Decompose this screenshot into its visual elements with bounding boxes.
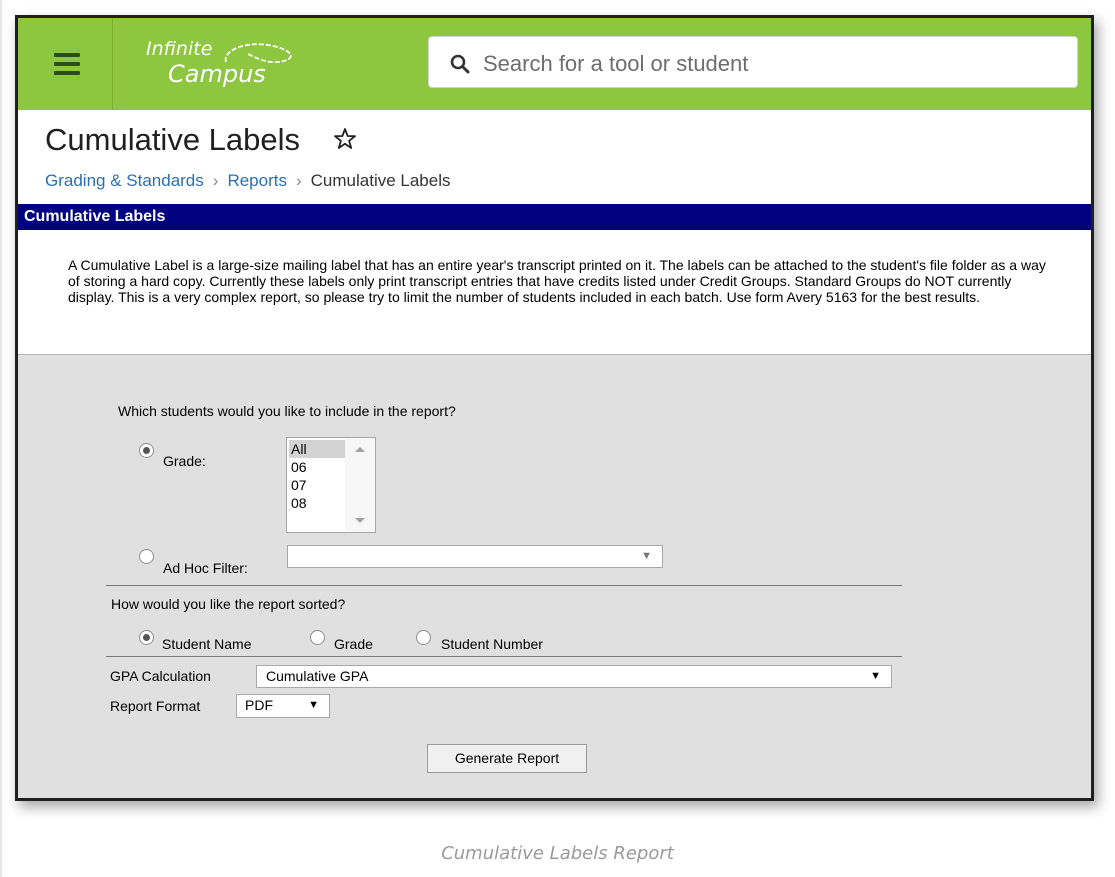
sort-question: How would you like the report sorted? xyxy=(111,596,346,612)
report-form-panel xyxy=(18,355,1091,798)
menu-icon-bar xyxy=(54,62,80,66)
sort-student-number-label: Student Number xyxy=(441,636,543,652)
adhoc-filter-radio[interactable] xyxy=(139,549,154,564)
sort-student-number-radio[interactable] xyxy=(416,630,431,645)
adhoc-filter-select[interactable]: ▼ xyxy=(287,545,663,568)
favorite-star-icon[interactable] xyxy=(333,127,357,151)
sort-student-name-label: Student Name xyxy=(162,636,252,652)
app-window: Infinite Campus Search for a tool or stu… xyxy=(15,15,1094,801)
dropdown-arrow-icon: ▼ xyxy=(641,550,652,562)
grade-listbox[interactable]: All 06 07 08 xyxy=(286,437,376,533)
report-format-select[interactable]: PDF ▼ xyxy=(236,694,330,718)
dropdown-arrow-icon: ▼ xyxy=(870,670,881,682)
page-title: Cumulative Labels xyxy=(45,122,301,157)
infinite-campus-logo[interactable]: Infinite Campus xyxy=(146,38,326,94)
search-placeholder: Search for a tool or student xyxy=(483,51,749,76)
sort-grade-label: Grade xyxy=(334,636,373,652)
search-input[interactable]: Search for a tool or student xyxy=(428,36,1078,88)
adhoc-filter-label: Ad Hoc Filter: xyxy=(163,560,248,576)
menu-icon xyxy=(54,53,80,57)
breadcrumb-grading-standards[interactable]: Grading & Standards xyxy=(45,171,204,190)
dropdown-arrow-icon: ▼ xyxy=(308,699,319,711)
grade-radio[interactable] xyxy=(139,443,154,458)
students-question: Which students would you like to include… xyxy=(118,403,456,419)
scroll-down-icon[interactable] xyxy=(345,514,375,528)
breadcrumb-reports[interactable]: Reports xyxy=(227,171,287,190)
form-divider xyxy=(106,656,902,657)
section-header: Cumulative Labels xyxy=(18,204,1091,230)
grade-option[interactable]: 08 xyxy=(289,494,345,512)
logo-swoosh-icon xyxy=(224,43,292,64)
report-description: A Cumulative Label is a large-size maili… xyxy=(68,257,1046,305)
menu-icon-bar xyxy=(54,71,80,75)
grade-option[interactable]: 07 xyxy=(289,476,345,494)
search-icon xyxy=(450,54,470,74)
page-left-rule xyxy=(0,0,2,877)
gpa-calculation-value: Cumulative GPA xyxy=(266,668,369,684)
generate-report-button[interactable]: Generate Report xyxy=(427,744,587,773)
report-format-label: Report Format xyxy=(110,698,201,714)
grade-label: Grade: xyxy=(163,453,206,469)
listbox-scrollbar[interactable] xyxy=(345,438,375,532)
hamburger-menu-button[interactable] xyxy=(18,18,113,110)
grade-option[interactable]: All xyxy=(289,440,345,458)
report-format-value: PDF xyxy=(245,697,273,713)
top-bar: Infinite Campus Search for a tool or stu… xyxy=(18,18,1091,110)
sort-student-name-radio[interactable] xyxy=(139,630,154,645)
scroll-up-icon[interactable] xyxy=(345,442,375,456)
gpa-calculation-select[interactable]: Cumulative GPA ▼ xyxy=(256,665,892,688)
sort-grade-radio[interactable] xyxy=(310,630,325,645)
chevron-right-icon: › xyxy=(295,171,302,190)
gpa-calculation-label: GPA Calculation xyxy=(110,668,211,684)
logo-text-infinite: Infinite xyxy=(146,38,213,60)
chevron-right-icon: › xyxy=(212,171,219,190)
grade-option[interactable]: 06 xyxy=(289,458,345,476)
breadcrumb-current: Cumulative Labels xyxy=(310,171,451,190)
image-caption: Cumulative Labels Report xyxy=(441,843,674,864)
breadcrumb: Grading & Standards › Reports › Cumulative L… xyxy=(45,171,451,191)
form-divider xyxy=(106,585,902,586)
